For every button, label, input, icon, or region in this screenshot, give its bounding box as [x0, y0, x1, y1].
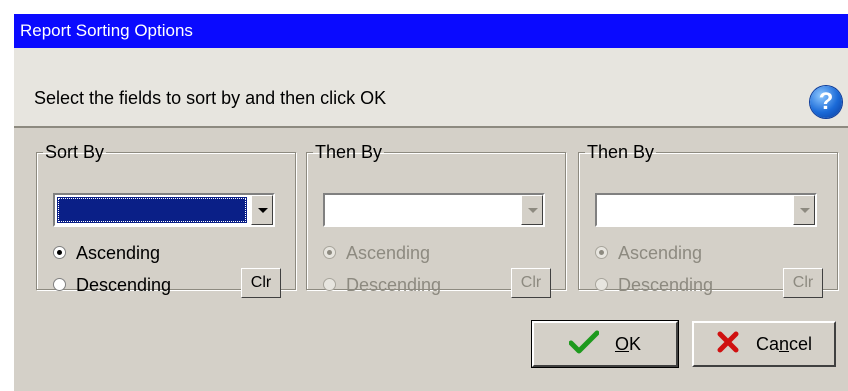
- sort-by-descending-radio[interactable]: Descending: [53, 275, 171, 296]
- chevron-down-icon[interactable]: [793, 195, 815, 225]
- sort-by-field-dropdown[interactable]: [53, 193, 275, 227]
- ascending-label: Ascending: [346, 243, 431, 263]
- then-by-1-field-value: [327, 197, 517, 223]
- report-sorting-dialog: Report Sorting Options Select the fields…: [14, 14, 848, 391]
- ascending-label: Ascending: [618, 243, 703, 263]
- then-by-2-descending-radio[interactable]: Descending: [595, 275, 713, 296]
- radio-dot: [53, 277, 66, 291]
- cancel-label-rest: cel: [789, 333, 813, 354]
- radio-dot: [323, 245, 336, 259]
- ok-button-label: OK: [615, 334, 641, 355]
- sort-by-legend: Sort By: [45, 142, 105, 162]
- then-by-legend-1: Then By: [315, 142, 383, 162]
- descending-label: Descending: [76, 275, 172, 295]
- instruction-panel: Select the fields to sort by and then cl…: [14, 48, 848, 128]
- then-by-2-field-dropdown[interactable]: [595, 193, 817, 227]
- then-by-group-2: Then By Ascending Descending Clr: [578, 142, 838, 298]
- radio-dot: [323, 277, 336, 291]
- question-icon[interactable]: ?: [810, 86, 842, 118]
- then-by-1-ascending-radio[interactable]: Ascending: [323, 243, 430, 264]
- radio-dot: [53, 245, 66, 259]
- then-by-2-ascending-radio[interactable]: Ascending: [595, 243, 702, 264]
- sort-by-field-value: [57, 197, 247, 223]
- descending-label: Descending: [618, 275, 714, 295]
- cancel-button-label: Cancel: [756, 334, 812, 355]
- chevron-down-icon[interactable]: [521, 195, 543, 225]
- then-by-group-1: Then By Ascending Descending Clr: [306, 142, 566, 298]
- then-by-legend-2: Then By: [587, 142, 655, 162]
- ok-button[interactable]: OK: [531, 320, 679, 368]
- window-title: Report Sorting Options: [14, 14, 848, 48]
- sort-by-ascending-radio[interactable]: Ascending: [53, 243, 160, 264]
- ok-accelerator: O: [614, 333, 629, 354]
- radio-dot: [595, 277, 608, 291]
- cancel-label-prefix: Ca: [755, 333, 779, 354]
- then-by-2-clear-button[interactable]: Clr: [783, 268, 823, 298]
- sort-by-group: Sort By Ascending Descending Clr: [36, 142, 296, 298]
- radio-dot: [595, 245, 608, 259]
- ascending-label: Ascending: [76, 243, 161, 263]
- sort-by-clear-button[interactable]: Clr: [241, 268, 281, 298]
- cancel-button[interactable]: Cancel: [692, 321, 836, 367]
- then-by-1-field-dropdown[interactable]: [323, 193, 545, 227]
- instruction-text: Select the fields to sort by and then cl…: [34, 88, 387, 108]
- checkmark-icon: [568, 330, 600, 359]
- chevron-down-icon[interactable]: [251, 195, 273, 225]
- then-by-2-field-value: [599, 197, 789, 223]
- then-by-1-clear-button[interactable]: Clr: [511, 268, 551, 298]
- then-by-1-descending-radio[interactable]: Descending: [323, 275, 441, 296]
- descending-label: Descending: [346, 275, 442, 295]
- cancel-accelerator: n: [778, 333, 789, 354]
- x-icon: [716, 330, 740, 359]
- ok-label-rest: K: [629, 333, 642, 354]
